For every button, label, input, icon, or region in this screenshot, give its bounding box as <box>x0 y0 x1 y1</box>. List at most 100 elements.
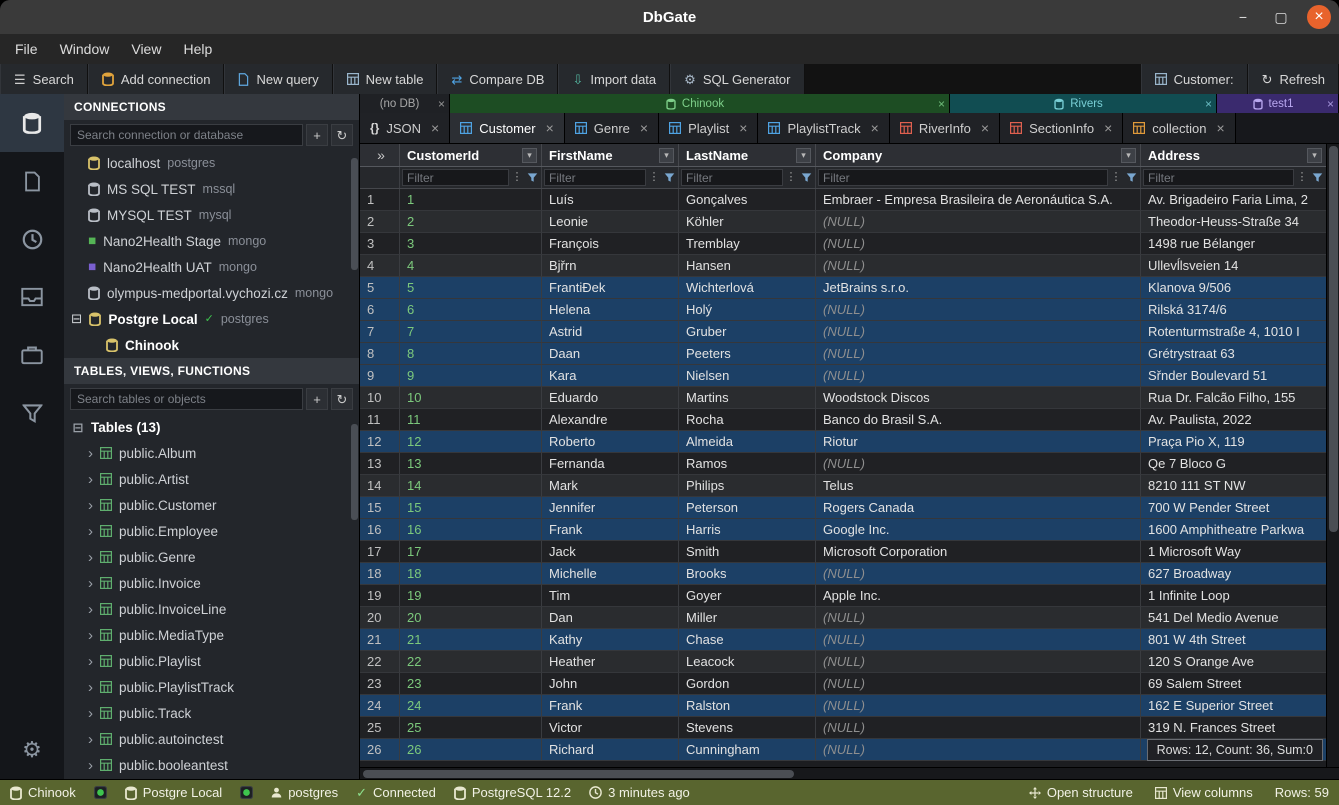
close-tab-icon[interactable]: × <box>431 121 439 135</box>
grid-cell[interactable]: 18 <box>400 563 542 585</box>
close-tab-icon[interactable]: × <box>1104 121 1112 135</box>
close-tab-icon[interactable]: × <box>938 98 945 110</box>
tab-playlisttrack[interactable]: PlaylistTrack× <box>758 113 889 143</box>
grid-cell[interactable]: Helena <box>542 299 679 321</box>
horizontal-scrollbar[interactable] <box>360 767 1339 779</box>
grid-cell[interactable]: Peterson <box>679 497 816 519</box>
table-item-public-invoiceline[interactable]: ›public.InvoiceLine <box>64 596 359 622</box>
grid-cell[interactable]: Holý <box>679 299 816 321</box>
column-dropdown-icon[interactable]: ▾ <box>796 148 811 163</box>
close-tab-icon[interactable]: × <box>438 98 445 110</box>
database-item-chinook[interactable]: Chinook <box>64 332 359 358</box>
connection-item-nano2health-uat[interactable]: ■Nano2Health UATmongo <box>64 254 359 280</box>
grid-cell[interactable]: Leacock <box>679 651 816 673</box>
grid-cell[interactable]: (NULL) <box>816 233 1141 255</box>
tables-scrollbar-thumb[interactable] <box>351 424 358 520</box>
table-item-public-album[interactable]: ›public.Album <box>64 440 359 466</box>
grid-cell[interactable]: Microsoft Corporation <box>816 541 1141 563</box>
table-item-public-artist[interactable]: ›public.Artist <box>64 466 359 492</box>
grid-cell[interactable]: Qe 7 Bloco G <box>1141 453 1326 475</box>
titlebar[interactable]: DbGate − ▢ × <box>0 0 1339 34</box>
grid-cell[interactable]: 319 N. Frances Street <box>1141 717 1326 739</box>
grid-cell[interactable]: Tremblay <box>679 233 816 255</box>
grid-cell[interactable]: Bjřrn <box>542 255 679 277</box>
grid-cell[interactable]: 8210 111 ST NW <box>1141 475 1326 497</box>
filter-input-firstname[interactable] <box>544 169 646 186</box>
grid-cell[interactable]: (NULL) <box>816 299 1141 321</box>
grid-cell[interactable]: Rotenturmstraße 4, 1010 I <box>1141 321 1326 343</box>
add-table-plus-button[interactable]: + <box>306 388 328 410</box>
grid-cell[interactable]: 25 <box>400 717 542 739</box>
grid-cell[interactable]: 22 <box>400 651 542 673</box>
grid-cell[interactable]: 6 <box>400 299 542 321</box>
minimize-button[interactable]: − <box>1231 5 1255 29</box>
grid-cell[interactable]: 69 Salem Street <box>1141 673 1326 695</box>
grid-cell[interactable]: 10 <box>400 387 542 409</box>
grid-cell[interactable]: 24 <box>400 695 542 717</box>
row-number[interactable]: 14 <box>360 475 400 497</box>
grid-cell[interactable]: Rilská 3174/6 <box>1141 299 1326 321</box>
grid-cell[interactable]: Goyer <box>679 585 816 607</box>
grid-cell[interactable]: Leonie <box>542 211 679 233</box>
filter-menu-icon[interactable]: ⋮ <box>784 169 798 186</box>
close-tab-icon[interactable]: × <box>546 121 554 135</box>
db-tab-rivers[interactable]: Rivers× <box>950 94 1217 113</box>
table-item-public-playlisttrack[interactable]: ›public.PlaylistTrack <box>64 674 359 700</box>
grid-cell[interactable]: Nielsen <box>679 365 816 387</box>
grid-cell[interactable]: Ullevĺlsveien 14 <box>1141 255 1326 277</box>
row-number[interactable]: 7 <box>360 321 400 343</box>
grid-cell[interactable]: 11 <box>400 409 542 431</box>
row-number[interactable]: 2 <box>360 211 400 233</box>
column-header-firstname[interactable]: FirstName▾ <box>542 144 679 166</box>
grid-cell[interactable]: Peeters <box>679 343 816 365</box>
grid-cell[interactable]: (NULL) <box>816 695 1141 717</box>
menu-help[interactable]: Help <box>172 37 223 61</box>
connection-item-postgre-local[interactable]: ⊟Postgre Local✓postgres <box>64 306 359 332</box>
grid-cell[interactable]: Sřnder Boulevard 51 <box>1141 365 1326 387</box>
table-item-public-employee[interactable]: ›public.Employee <box>64 518 359 544</box>
rail-item-settings[interactable]: ⚙ <box>0 721 64 779</box>
close-tab-icon[interactable]: × <box>981 121 989 135</box>
connection-item-olympus-medportal-vychozi-cz[interactable]: olympus-medportal.vychozi.czmongo <box>64 280 359 306</box>
grid-cell[interactable]: 26 <box>400 739 542 761</box>
filter-menu-icon[interactable]: ⋮ <box>1295 169 1309 186</box>
grid-cell[interactable]: Smith <box>679 541 816 563</box>
grid-cell[interactable]: 20 <box>400 607 542 629</box>
refresh-tables-button[interactable]: ↻ <box>331 388 353 410</box>
tab-collection[interactable]: collection× <box>1123 113 1235 143</box>
connections-search-input[interactable] <box>70 124 303 146</box>
column-dropdown-icon[interactable]: ▾ <box>522 148 537 163</box>
row-number[interactable]: 12 <box>360 431 400 453</box>
grid-cell[interactable]: Kara <box>542 365 679 387</box>
row-number[interactable]: 10 <box>360 387 400 409</box>
grid-cell[interactable]: Michelle <box>542 563 679 585</box>
add-connection-button[interactable]: Add connection <box>88 64 225 94</box>
grid-cell[interactable]: Köhler <box>679 211 816 233</box>
grid-cell[interactable]: Astrid <box>542 321 679 343</box>
new-table-button[interactable]: New table <box>333 64 438 94</box>
filter-funnel-icon[interactable] <box>1124 169 1138 186</box>
vertical-scrollbar-thumb[interactable] <box>1329 146 1338 532</box>
row-number[interactable]: 22 <box>360 651 400 673</box>
filter-funnel-icon[interactable] <box>662 169 676 186</box>
row-number[interactable]: 21 <box>360 629 400 651</box>
close-tab-icon[interactable]: × <box>640 121 648 135</box>
grid-cell[interactable]: Chase <box>679 629 816 651</box>
grid-cell[interactable]: Gordon <box>679 673 816 695</box>
close-tab-icon[interactable]: × <box>871 121 879 135</box>
row-number[interactable]: 9 <box>360 365 400 387</box>
column-dropdown-icon[interactable]: ▾ <box>659 148 674 163</box>
sql-generator-button[interactable]: ⚙SQL Generator <box>670 64 804 94</box>
row-number[interactable]: 15 <box>360 497 400 519</box>
expand-all-header[interactable]: » <box>360 144 400 166</box>
grid-cell[interactable]: 627 Broadway <box>1141 563 1326 585</box>
table-item-public-invoice[interactable]: ›public.Invoice <box>64 570 359 596</box>
grid-cell[interactable]: Tim <box>542 585 679 607</box>
close-button[interactable]: × <box>1307 5 1331 29</box>
grid-cell[interactable]: Av. Brigadeiro Faria Lima, 2 <box>1141 189 1326 211</box>
grid-cell[interactable]: 23 <box>400 673 542 695</box>
tab-genre[interactable]: Genre× <box>565 113 659 143</box>
table-item-public-mediatype[interactable]: ›public.MediaType <box>64 622 359 648</box>
grid-cell[interactable]: Daan <box>542 343 679 365</box>
filter-input-address[interactable] <box>1143 169 1294 186</box>
